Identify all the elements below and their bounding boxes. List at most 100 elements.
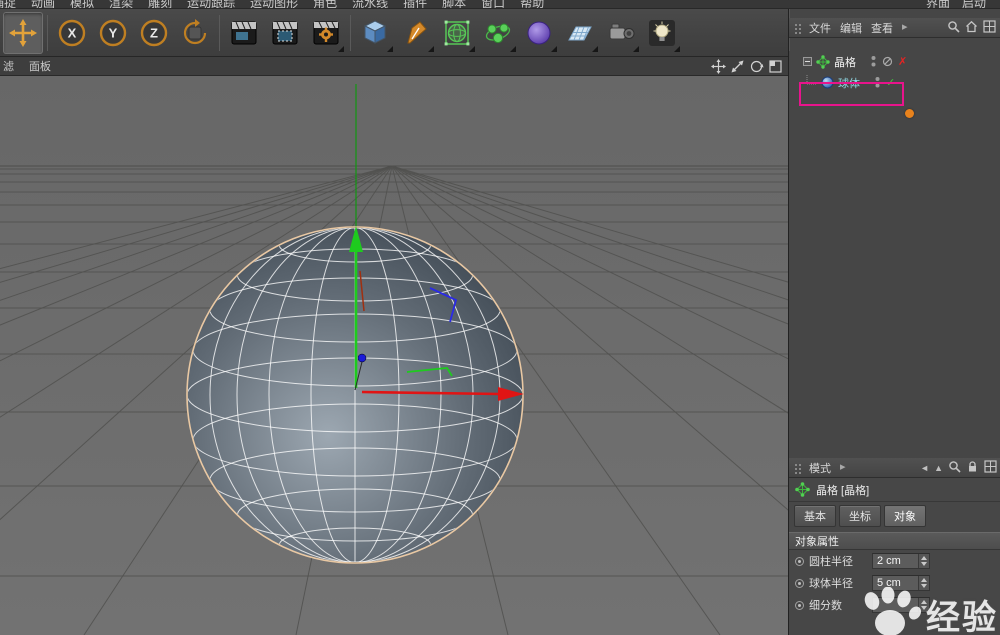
camera-button[interactable]	[601, 12, 641, 54]
dropdown-corner	[469, 46, 475, 52]
visibility-dots-icon[interactable]	[870, 55, 877, 68]
viewport-menu-filter[interactable]: 滤	[3, 58, 14, 74]
viewport-menubar: 滤 面板	[0, 57, 788, 76]
attribute-manager-menubar: 模式 ▸ ◄ ▲	[789, 458, 1000, 478]
menu-item[interactable]: 雕刻	[148, 0, 172, 9]
move-tool-button[interactable]	[3, 12, 43, 54]
menu-item[interactable]: 流水线	[352, 0, 388, 9]
panel-grip-icon[interactable]	[793, 462, 802, 474]
light-button[interactable]	[642, 12, 682, 54]
am-menu-mode[interactable]: 模式	[809, 460, 831, 476]
deformer-sphere-icon	[524, 18, 554, 48]
deformers-button[interactable]	[519, 12, 559, 54]
lattice-object-icon	[795, 482, 810, 497]
property-label: 圆柱半径	[809, 553, 867, 569]
tree-label-sphere[interactable]: 球体	[838, 75, 860, 91]
render-region-button[interactable]	[265, 12, 305, 54]
enabled-check-mark[interactable]: ✓	[886, 76, 895, 89]
render-view-button[interactable]	[224, 12, 264, 54]
svg-text:Y: Y	[109, 25, 118, 40]
dropdown-corner	[428, 46, 434, 52]
object-properties-section-header[interactable]: 对象属性	[789, 532, 1000, 550]
menu-item[interactable]: 运动跟踪	[187, 0, 235, 9]
tree-row-sphere[interactable]: 球体 ✓	[789, 72, 1000, 93]
history-back-icon[interactable]: ◄	[920, 463, 929, 473]
search-icon[interactable]	[948, 460, 961, 476]
menu-item[interactable]: 动画	[31, 0, 55, 9]
deformer-off-mark[interactable]: ✗	[898, 55, 907, 68]
tab-basic[interactable]: 基本	[794, 505, 836, 527]
subdivision-surface-button[interactable]	[437, 12, 477, 54]
menu-item[interactable]: 插件	[403, 0, 427, 9]
layout-grid-icon[interactable]	[983, 20, 996, 36]
camera-icon	[606, 18, 636, 48]
keyframe-circle-icon[interactable]	[795, 601, 804, 610]
x-axis-toggle-button[interactable]: X	[52, 12, 92, 54]
menu-item[interactable]: 运动图形	[250, 0, 298, 9]
history-up-icon[interactable]: ▲	[934, 463, 943, 473]
object-manager-menubar: 文件 编辑 查看 ▸	[789, 18, 1000, 38]
pan-icon[interactable]	[711, 59, 726, 74]
dolly-icon[interactable]	[730, 59, 745, 74]
viewport-menu-panel[interactable]: 面板	[29, 58, 51, 74]
om-menu-edit[interactable]: 编辑	[840, 20, 862, 36]
disabled-icon[interactable]	[882, 56, 893, 67]
visibility-dots-icon[interactable]	[874, 76, 881, 89]
svg-text:Z: Z	[150, 25, 158, 40]
orbit-icon[interactable]	[749, 59, 764, 74]
origin-point[interactable]	[358, 354, 366, 362]
property-row-cylinder-radius: 圆柱半径 2 cm	[789, 550, 1000, 572]
environment-button[interactable]	[560, 12, 600, 54]
menu-item[interactable]: 角色	[313, 0, 337, 9]
subdivision-surface-icon	[442, 18, 472, 48]
keyframe-circle-icon[interactable]	[795, 557, 804, 566]
section-title: 对象属性	[795, 533, 839, 549]
y-axis-toggle-button[interactable]: Y	[93, 12, 133, 54]
toolbar-separator	[219, 15, 220, 51]
tab-object[interactable]: 对象	[884, 505, 926, 527]
menu-item[interactable]: 模拟	[70, 0, 94, 9]
spline-pen-button[interactable]	[396, 12, 436, 54]
tree-label-lattice[interactable]: 晶格	[834, 54, 856, 70]
menu-item[interactable]: 脚本	[442, 0, 466, 9]
x-axis-icon: X	[57, 18, 87, 48]
layout-value[interactable]: 启动	[962, 0, 986, 9]
layout-switcher[interactable]: 界面 启动	[926, 0, 986, 9]
om-menu-view[interactable]: 查看	[871, 20, 893, 36]
dropdown-corner	[510, 46, 516, 52]
keyframe-circle-icon[interactable]	[795, 579, 804, 588]
lock-icon[interactable]	[966, 460, 979, 476]
tab-coordinates[interactable]: 坐标	[839, 505, 881, 527]
om-menu-file[interactable]: 文件	[809, 20, 831, 36]
viewport-scene	[0, 76, 788, 635]
menu-item[interactable]: 帮助	[520, 0, 544, 9]
menu-overflow-arrow[interactable]: ▸	[902, 20, 908, 36]
object-title-text: 晶格 [晶格]	[816, 482, 869, 498]
lattice-object-icon	[816, 55, 830, 69]
toggle-view-icon[interactable]	[768, 59, 783, 74]
menu-item[interactable]: 捕捉	[0, 0, 16, 9]
z-axis-toggle-button[interactable]: Z	[134, 12, 174, 54]
menu-item[interactable]: 渲染	[109, 0, 133, 9]
spinner-control[interactable]	[918, 554, 929, 568]
primitive-cube-button[interactable]	[355, 12, 395, 54]
coordinate-system-button[interactable]	[175, 12, 215, 54]
menu-item[interactable]: 窗口	[481, 0, 505, 9]
expand-toggle[interactable]	[803, 57, 812, 66]
right-panel: 文件 编辑 查看 ▸ 晶格	[788, 9, 1000, 635]
dropdown-corner	[592, 46, 598, 52]
home-icon[interactable]	[965, 20, 978, 36]
attribute-tabs: 基本 坐标 对象	[789, 502, 1000, 530]
dropdown-corner	[338, 46, 344, 52]
tree-row-lattice[interactable]: 晶格 ✗	[789, 51, 1000, 72]
viewport-canvas[interactable]	[0, 76, 788, 635]
panel-grip-icon[interactable]	[793, 22, 802, 34]
generators-button[interactable]	[478, 12, 518, 54]
toolbar-separator	[350, 15, 351, 51]
menu-overflow-arrow[interactable]: ▸	[840, 460, 846, 476]
render-settings-button[interactable]	[306, 12, 346, 54]
cylinder-radius-field[interactable]: 2 cm	[872, 553, 930, 569]
layout-grid-icon[interactable]	[984, 460, 997, 476]
search-icon[interactable]	[947, 20, 960, 36]
annotation-orange-dot	[905, 109, 914, 118]
